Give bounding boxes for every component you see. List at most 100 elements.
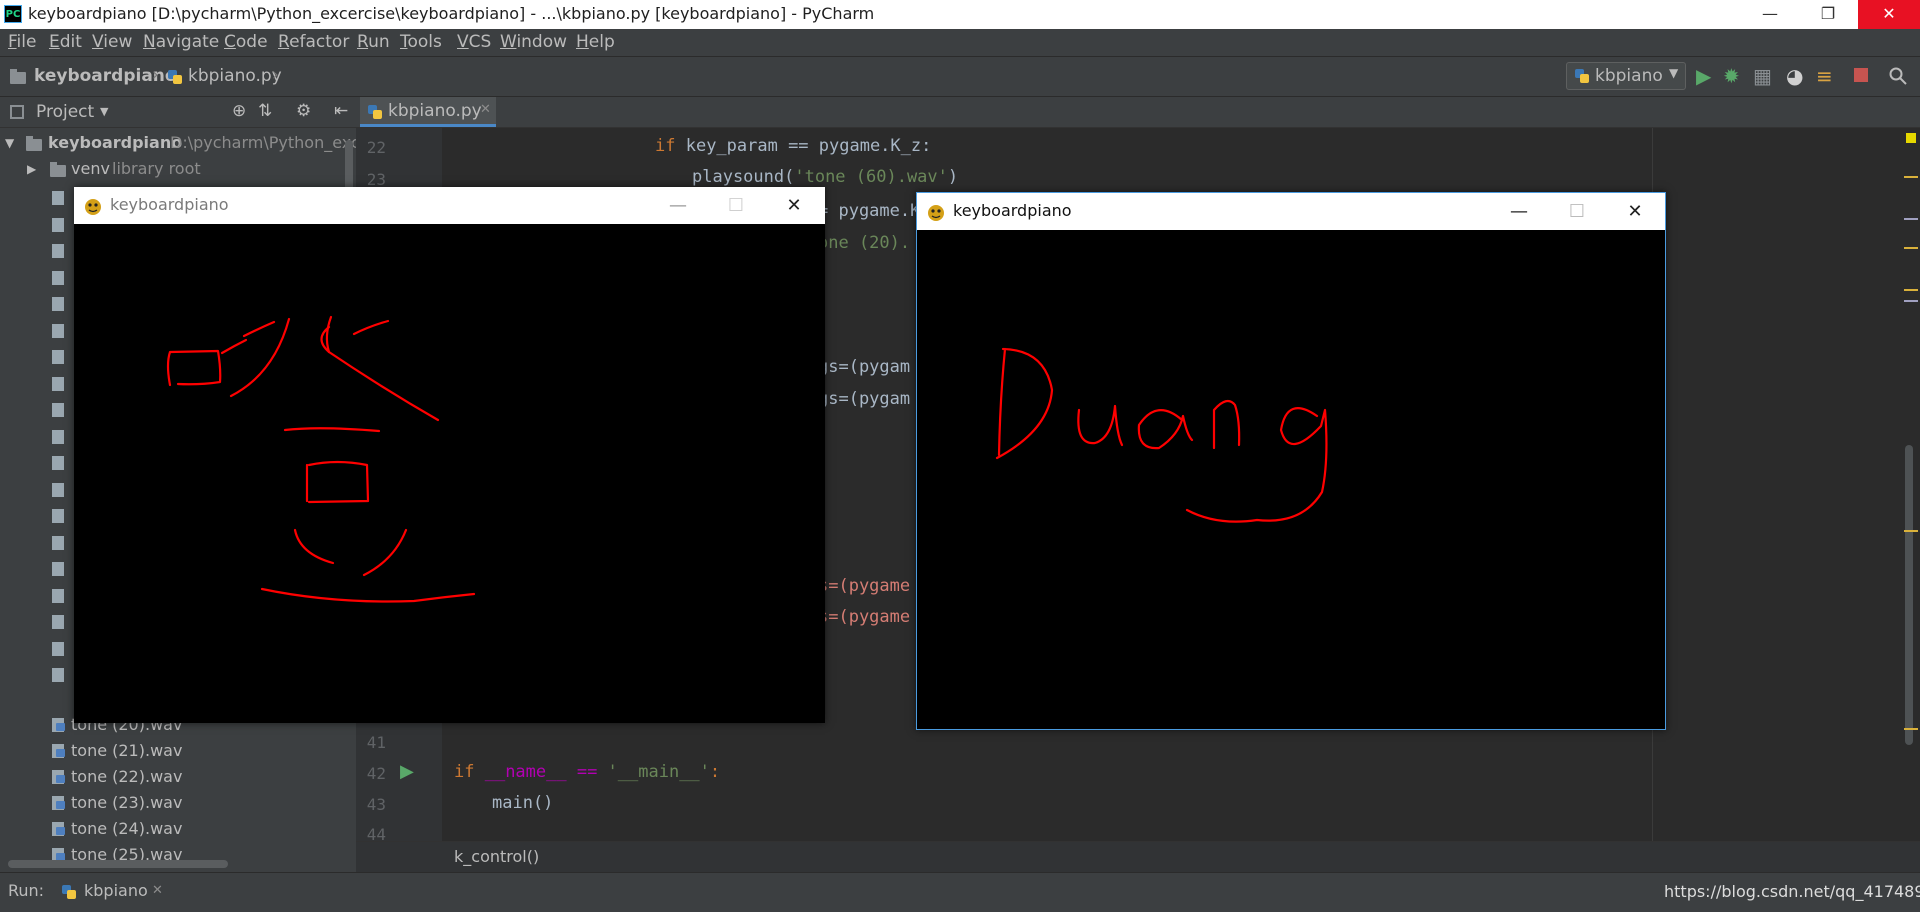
folder-icon [10,69,26,84]
maximize-icon[interactable]: ☐ [716,191,756,221]
python-file-icon [368,105,382,119]
menu-tools[interactable]: Tools [400,32,442,52]
tree-root[interactable]: ▼ keyboardpiano D:\pycharm\Python_exce [0,130,356,156]
watermark: https://blog.csdn.net/qq_41748900 [1664,882,1920,901]
error-stripe-mark[interactable] [1904,176,1918,178]
list-item[interactable]: tone (24).wav [0,816,356,842]
minimize-icon[interactable]: — [1742,0,1798,29]
run-icon[interactable]: ▶ [1696,64,1711,88]
menu-vcs[interactable]: VCS [457,32,491,52]
breadcrumb-file[interactable]: kbpiano.py [188,66,282,86]
build-icon[interactable]: ≡ [1816,64,1833,88]
pygame-window-titlebar[interactable]: keyboardpiano — ☐ ✕ [74,187,825,224]
pygame-window-titlebar[interactable]: keyboardpiano — ☐ ✕ [917,193,1665,230]
root-path: D:\pycharm\Python_exce [170,133,356,152]
stop-icon[interactable] [1854,68,1868,82]
folder-icon [26,136,42,151]
wav-file-icon [52,456,64,470]
wav-file-icon [52,535,64,550]
restore-icon[interactable]: ❐ [1800,0,1856,29]
close-icon[interactable]: ✕ [152,883,163,898]
code-fragment: one (20). [818,233,911,253]
pygame-window-1[interactable]: keyboardpiano — ☐ ✕ [74,187,825,723]
profile-icon[interactable]: ◕ [1786,64,1803,88]
list-item[interactable]: tone (22).wav [0,764,356,790]
wav-file-icon [52,244,64,258]
run-tab[interactable]: kbpiano [84,881,148,900]
collapse-all-icon[interactable]: ⇅ [258,101,272,121]
menu-refactor[interactable]: Refactor [278,32,349,52]
line-number: 42 [366,764,386,783]
list-item[interactable]: tone (23).wav [0,790,356,816]
drawing-canvas[interactable] [917,230,1665,729]
run-gutter-icon[interactable]: ▶ [400,761,414,782]
gear-icon[interactable]: ⚙ [296,101,311,121]
root-name: keyboardpiano [48,133,183,152]
breadcrumb-separator: › [272,65,279,85]
hide-panel-icon[interactable]: ⇤ [334,101,348,121]
pygame-snake-icon [85,199,101,215]
python-file-icon [62,885,76,899]
menu-code[interactable]: Code [224,32,268,52]
wav-file-icon [52,429,64,444]
error-stripe-mark[interactable] [1904,300,1918,302]
menu-view[interactable]: View [92,32,132,52]
list-item[interactable]: tone (21).wav [0,738,356,764]
file-name: tone (21).wav [71,741,183,760]
tab-kbpiano[interactable]: kbpiano.py ✕ [360,97,496,127]
editor-breadcrumb: k_control() [356,841,1920,873]
wav-file-icon [52,297,64,311]
editor-scrollbar[interactable] [1905,445,1913,745]
code-fragment: gs=(pygam [818,357,911,377]
horizontal-scrollbar[interactable] [8,860,228,868]
close-icon[interactable]: ✕ [480,102,491,117]
chevron-down-icon[interactable]: ▼ [100,105,108,118]
wav-file-icon [52,350,64,364]
menu-file[interactable]: File [8,32,36,52]
chevron-right-icon[interactable]: ▶ [27,156,36,182]
code-fragment: gs=(pygam [818,389,911,409]
tree-venv[interactable]: ▶ venv library root [0,156,356,182]
minimize-icon[interactable]: — [658,191,698,221]
file-name: tone (22).wav [71,767,183,786]
project-view-icon [10,105,24,119]
pygame-window-2[interactable]: keyboardpiano — ☐ ✕ [916,192,1666,730]
drawing-canvas[interactable] [74,224,825,723]
minimize-icon[interactable]: — [1499,197,1539,227]
menu-window[interactable]: Window [500,32,567,52]
error-stripe-mark[interactable] [1904,728,1918,730]
close-icon[interactable]: ✕ [1858,0,1920,29]
pygame-window-title: keyboardpiano [953,201,1072,220]
error-stripe-mark[interactable] [1904,289,1918,291]
red-handwriting-duang [995,347,1328,523]
code-line: playsound('tone (60).wav') [692,167,959,187]
wav-file-icon [52,796,65,810]
breadcrumb-function[interactable]: k_control() [454,847,539,866]
menu-bar: File Edit View Navigate Code Refactor Ru… [0,29,1920,56]
locate-icon[interactable]: ⊕ [232,101,246,121]
wav-file-icon [52,718,65,732]
wav-file-icon [52,588,64,603]
error-stripe-mark[interactable] [1904,218,1918,220]
project-title[interactable]: Project [36,102,94,122]
error-stripe-mark[interactable] [1904,530,1918,532]
debug-icon[interactable]: ✹ [1723,64,1740,88]
wav-file-icon [52,191,64,205]
wav-file-icon [52,770,65,784]
file-name: tone (24).wav [71,819,183,838]
menu-run[interactable]: Run [357,32,390,52]
maximize-icon[interactable]: ☐ [1557,197,1597,227]
run-configuration-select[interactable]: kbpiano ▼ [1566,62,1686,90]
menu-help[interactable]: Help [576,32,615,52]
warning-icon[interactable] [1906,133,1916,143]
close-icon[interactable]: ✕ [1615,197,1655,227]
search-icon[interactable] [1889,67,1907,85]
close-icon[interactable]: ✕ [774,191,814,221]
menu-edit[interactable]: Edit [49,32,82,52]
line-number: 43 [366,795,386,814]
file-name: tone (23).wav [71,793,183,812]
error-stripe-mark[interactable] [1904,247,1918,249]
coverage-icon[interactable]: ▦ [1753,64,1772,88]
chevron-down-icon[interactable]: ▼ [5,130,14,156]
menu-navigate[interactable]: Navigate [143,32,219,52]
